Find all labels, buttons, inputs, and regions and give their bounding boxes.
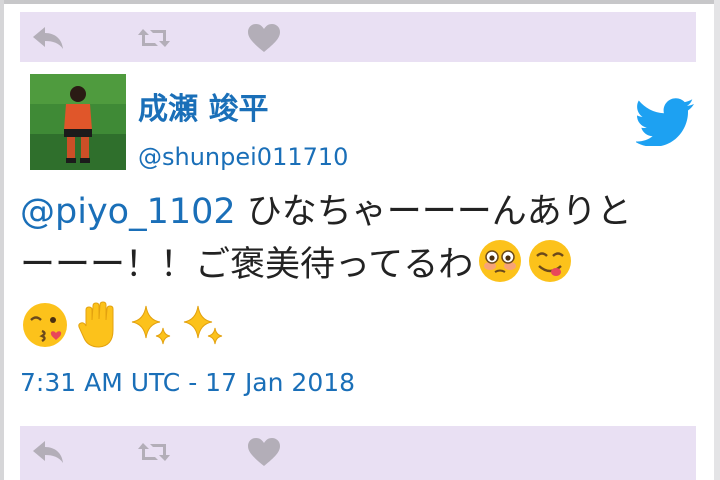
retweet-button[interactable] bbox=[136, 23, 172, 53]
yum-face-emoji bbox=[529, 240, 572, 282]
emoji-row bbox=[20, 300, 226, 350]
tweet-timestamp[interactable]: 7:31 AM UTC - 17 Jan 2018 bbox=[20, 368, 355, 397]
like-button[interactable] bbox=[246, 437, 282, 467]
author-display-name[interactable]: 成瀬 竣平 bbox=[138, 84, 268, 128]
avatar-image bbox=[30, 74, 126, 170]
left-edge bbox=[0, 0, 4, 480]
twitter-bird-icon[interactable] bbox=[636, 98, 696, 146]
retweet-icon bbox=[138, 29, 170, 47]
author-handle[interactable]: @shunpei011710 bbox=[138, 143, 348, 171]
sparkles-emoji bbox=[183, 305, 223, 345]
top-edge bbox=[0, 0, 720, 4]
retweet-icon bbox=[138, 443, 170, 461]
reply-button[interactable] bbox=[30, 23, 66, 53]
like-button[interactable] bbox=[246, 23, 282, 53]
sparkles-emoji bbox=[131, 305, 171, 345]
heart-icon bbox=[248, 438, 280, 466]
heart-icon bbox=[248, 24, 280, 52]
raised-hand-emoji bbox=[78, 301, 114, 348]
bottom-action-bar bbox=[20, 426, 696, 480]
avatar[interactable] bbox=[30, 74, 126, 170]
retweet-button[interactable] bbox=[136, 437, 172, 467]
mention-link[interactable]: @piyo_1102 bbox=[20, 192, 236, 232]
reply-icon bbox=[33, 441, 63, 463]
flushed-face-emoji bbox=[479, 240, 522, 282]
reply-icon bbox=[33, 27, 63, 49]
kissing-wink-emoji bbox=[23, 303, 67, 347]
tweet-text-line2: ーーー！！ご褒美待ってるわ bbox=[20, 245, 474, 285]
reply-button[interactable] bbox=[30, 437, 66, 467]
tweet-text: @piyo_1102 ひなちゃーーーんありと ーーー！！ご褒美待ってるわ bbox=[20, 186, 692, 291]
right-edge bbox=[714, 0, 720, 480]
tweet-card: 成瀬 竣平 @shunpei011710 @piyo_1102 ひなちゃーーーん… bbox=[0, 0, 720, 480]
tweet-text-line1: ひなちゃーーーんありと bbox=[246, 192, 632, 232]
top-action-bar bbox=[20, 12, 696, 62]
